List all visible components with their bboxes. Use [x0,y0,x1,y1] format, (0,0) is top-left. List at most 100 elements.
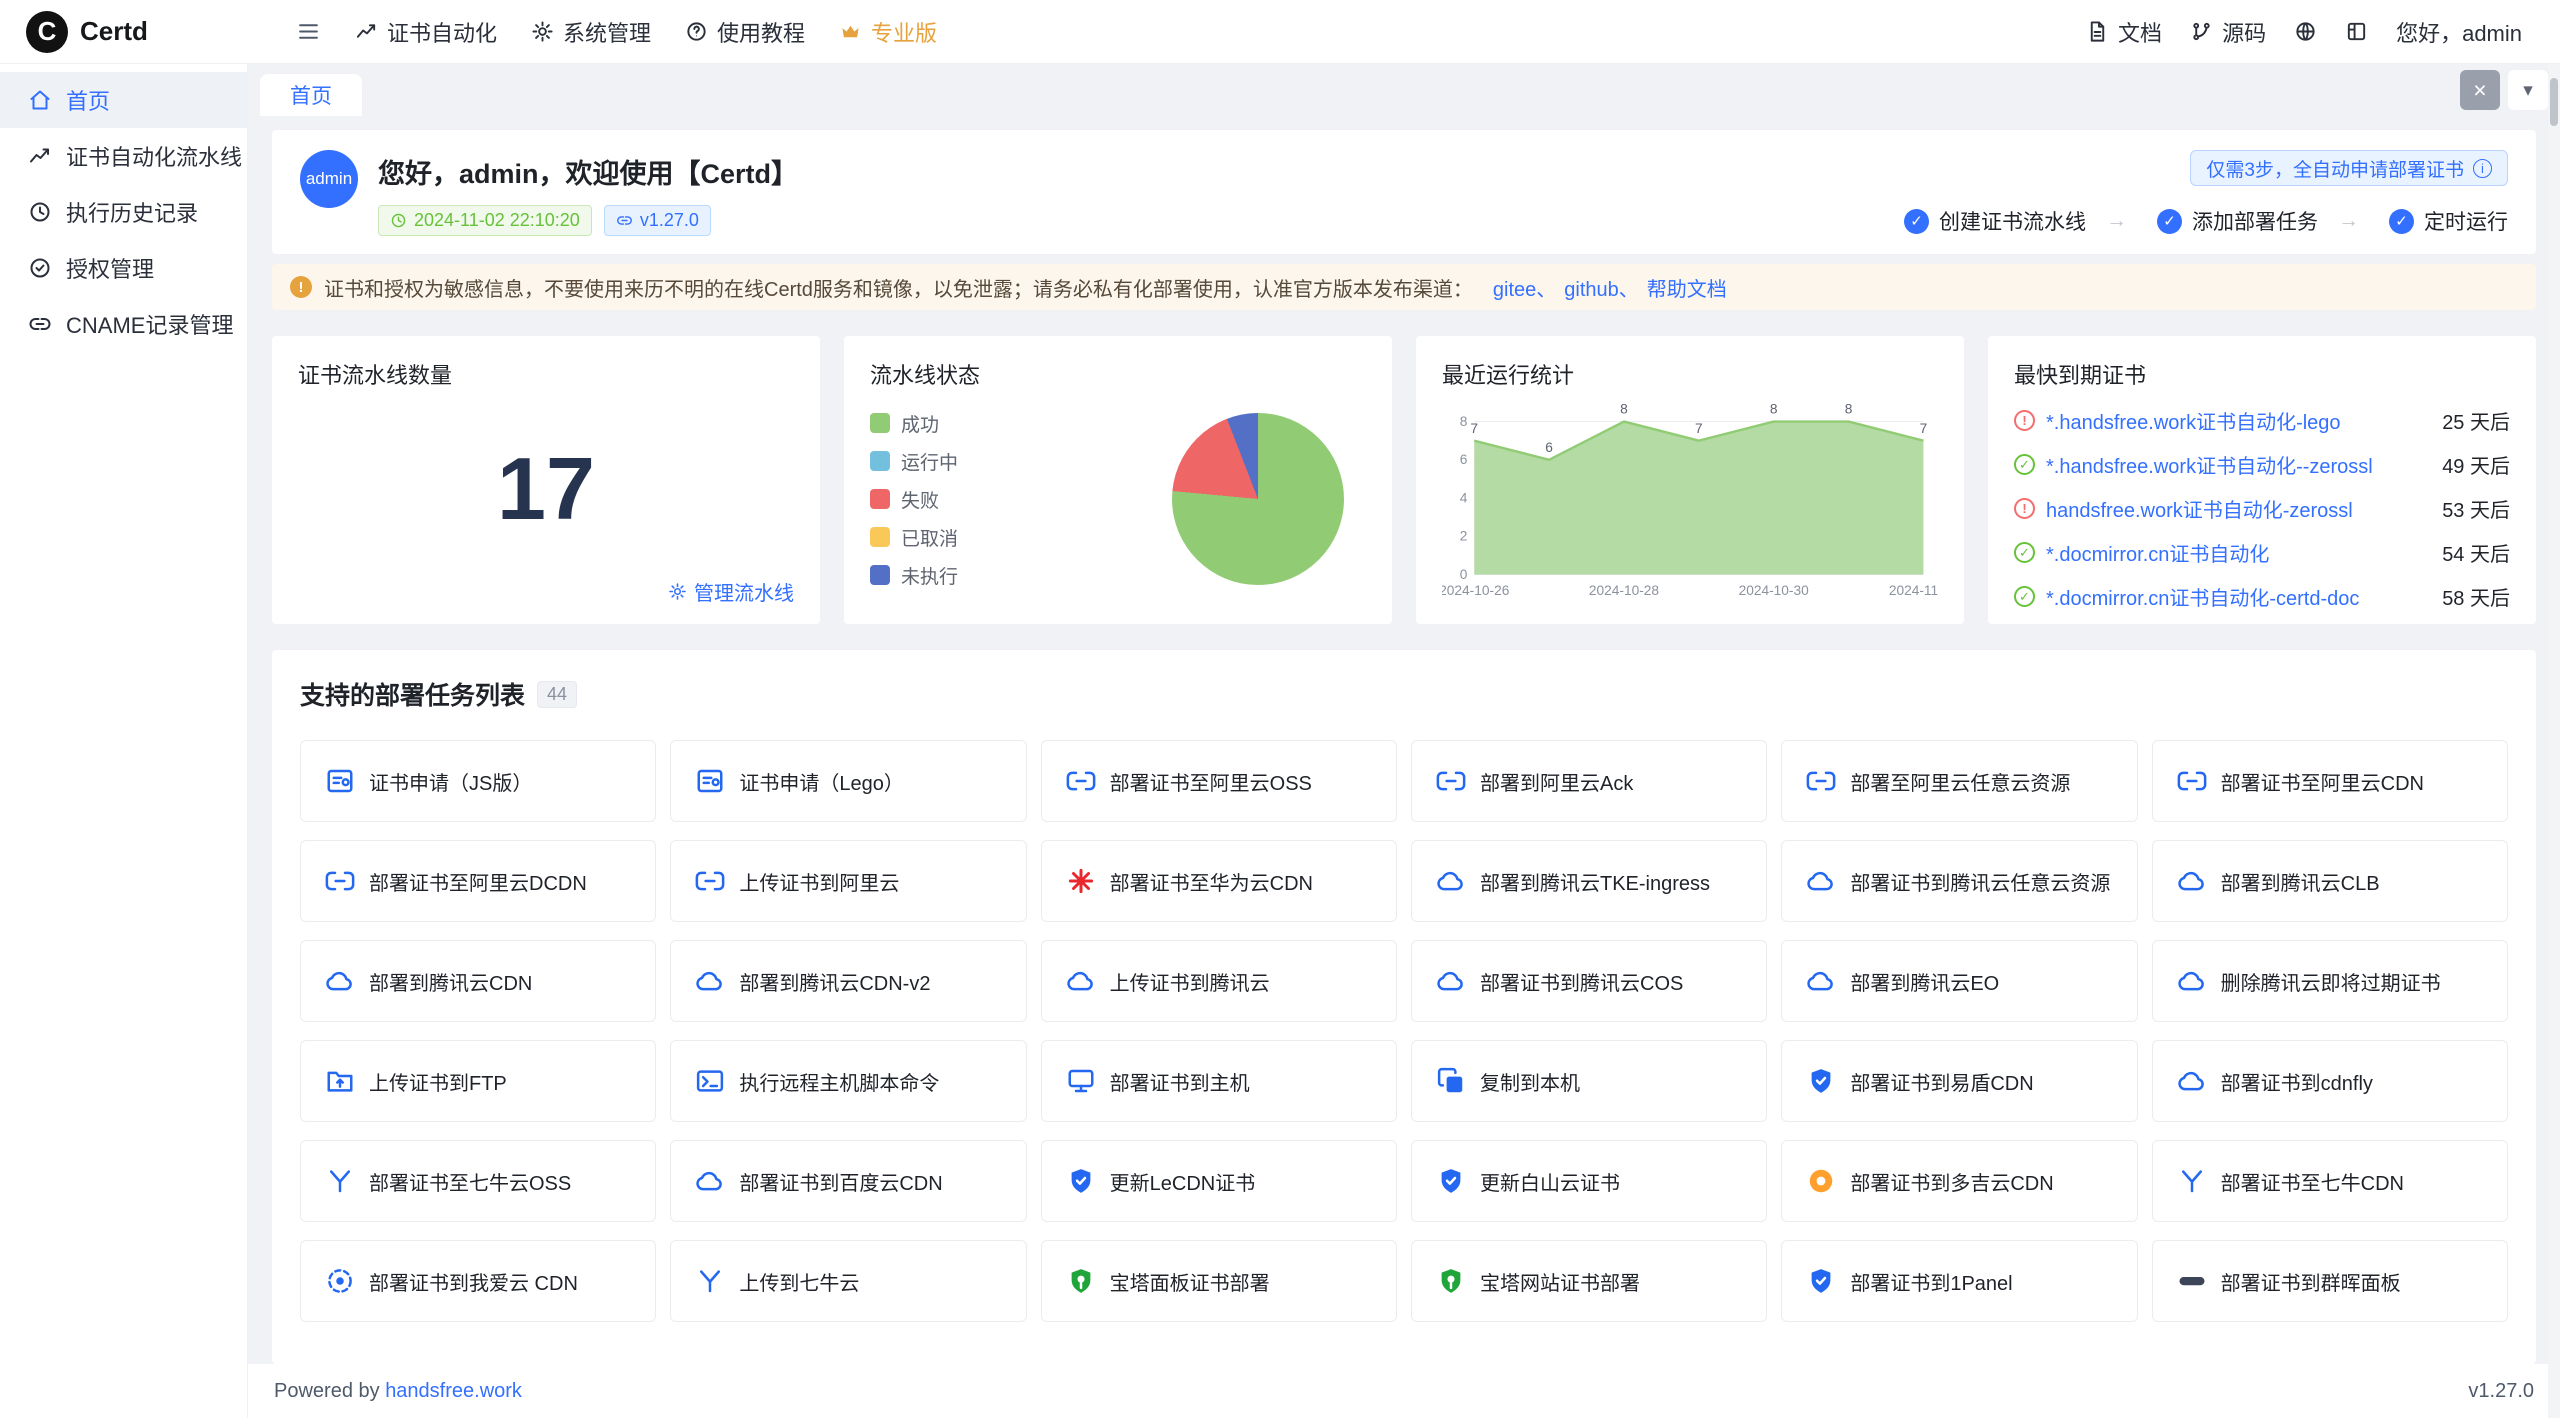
task-card[interactable]: 执行远程主机脚本命令 [670,1040,1026,1122]
task-card[interactable]: 删除腾讯云即将过期证书 [2152,940,2508,1022]
folder-icon [325,1066,355,1096]
cloud-icon [1436,966,1466,996]
cert-name-link[interactable]: *.handsfree.work证书自动化--zerossl [2046,450,2431,479]
legend-item[interactable]: 未执行 [870,562,958,589]
task-card[interactable]: 复制到本机 [1411,1040,1767,1122]
task-card[interactable]: 部署证书至七牛云OSS [300,1140,656,1222]
cert-name-link[interactable]: handsfree.work证书自动化-zerossl [2046,494,2431,523]
task-card[interactable]: 更新白山云证书 [1411,1140,1767,1222]
task-card[interactable]: 宝塔网站证书部署 [1411,1240,1767,1322]
task-card[interactable]: 部署证书到百度云CDN [670,1140,1026,1222]
task-card[interactable]: 部署证书至华为云CDN [1041,840,1397,922]
task-card[interactable]: 部署证书至七牛CDN [2152,1140,2508,1222]
task-card[interactable]: 部署证书到多吉云CDN [1781,1140,2137,1222]
task-card[interactable]: 部署证书到腾讯云COS [1411,940,1767,1022]
sidebar-item[interactable]: 证书自动化流水线 [0,128,247,184]
greeting-text: 您好，admin，欢迎使用【Certd】 [378,152,798,191]
legend-item[interactable]: 失败 [870,486,958,513]
notice-text: 证书和授权为敏感信息，不要使用来历不明的在线Certd服务和镜像，以免泄露；请务… [324,273,1473,302]
scrollbar-track[interactable] [2548,64,2560,1418]
task-card[interactable]: 证书申请（JS版） [300,740,656,822]
svg-text:6: 6 [1545,440,1553,455]
task-grid: 证书申请（JS版） 证书申请（Lego） 部署证书至阿里云OSS [300,740,2508,1322]
topbar-nav: 证书自动化 系统管理 使用教程 专业版 [338,0,954,64]
task-card[interactable]: 部署证书到主机 [1041,1040,1397,1122]
topbar-right-label: 您好，admin [2396,16,2522,48]
legend-item[interactable]: 运行中 [870,448,958,475]
svg-text:2024-10-30: 2024-10-30 [1739,583,1810,598]
task-label: 宝塔面板证书部署 [1110,1267,1270,1296]
cert-name-link[interactable]: *.docmirror.cn证书自动化 [2046,538,2431,567]
task-label: 删除腾讯云即将过期证书 [2221,967,2441,996]
sidebar-item[interactable]: 首页 [0,72,247,128]
topbar-right-item[interactable] [2280,0,2331,64]
task-card[interactable]: 部署到腾讯云CDN-v2 [670,940,1026,1022]
topbar-right-item[interactable]: 您好，admin [2382,0,2536,64]
cert-days: 25 天后 [2442,406,2510,435]
step-label: 创建证书流水线 [1939,206,2086,236]
task-card[interactable]: 部署证书到易盾CDN [1781,1040,2137,1122]
topbar-right-item[interactable]: 源码 [2176,0,2280,64]
task-card[interactable]: 上传证书到腾讯云 [1041,940,1397,1022]
topbar-nav-item[interactable]: 系统管理 [514,0,668,64]
sidebar-item[interactable]: 执行历史记录 [0,184,247,240]
onboarding-step[interactable]: 定时运行 [2318,206,2508,236]
task-card[interactable]: 部署到腾讯云EO [1781,940,2137,1022]
legend-item[interactable]: 成功 [870,410,958,437]
task-label: 执行远程主机脚本命令 [739,1067,939,1096]
sidebar-item[interactable]: CNAME记录管理 [0,296,247,352]
task-card[interactable]: 部署证书至阿里云CDN [2152,740,2508,822]
task-card[interactable]: 部署到腾讯云TKE-ingress [1411,840,1767,922]
task-card[interactable]: 部署证书到腾讯云任意云资源 [1781,840,2137,922]
task-card[interactable]: 宝塔面板证书部署 [1041,1240,1397,1322]
topbar-nav-item[interactable]: 专业版 [822,0,954,64]
task-card[interactable]: 部署到腾讯云CLB [2152,840,2508,922]
topbar-nav-item[interactable]: 使用教程 [668,0,822,64]
task-card[interactable]: 部署证书至阿里云OSS [1041,740,1397,822]
brand-name: Certd [80,16,148,47]
powered-by-link[interactable]: handsfree.work [385,1380,522,1402]
tasks-title: 支持的部署任务列表 [300,676,525,712]
task-card[interactable]: 部署证书到群晖面板 [2152,1240,2508,1322]
notice-link[interactable]: github、 [1564,273,1639,302]
task-card[interactable]: 部署证书到我爱云 CDN [300,1240,656,1322]
svg-text:8: 8 [1845,402,1853,417]
cert-name-link[interactable]: *.handsfree.work证书自动化-lego [2046,406,2431,435]
task-card[interactable]: 部署到腾讯云CDN [300,940,656,1022]
notice-link[interactable]: gitee、 [1493,273,1556,302]
svg-text:7: 7 [1920,421,1928,436]
task-card[interactable]: 上传证书到FTP [300,1040,656,1122]
task-card[interactable]: 部署证书到1Panel [1781,1240,2137,1322]
task-card[interactable]: 上传证书到阿里云 [670,840,1026,922]
scrollbar-thumb[interactable] [2550,78,2558,126]
cert-name-link[interactable]: *.docmirror.cn证书自动化-certd-doc [2046,582,2431,611]
gear-icon [668,582,687,601]
onboarding-step[interactable]: 创建证书流水线 [1904,206,2086,236]
task-card[interactable]: 部署到阿里云Ack [1411,740,1767,822]
tabs-dropdown-button[interactable]: ▾ [2508,70,2548,110]
topbar-nav-item[interactable]: 证书自动化 [338,0,514,64]
close-tabs-button[interactable]: × [2460,70,2500,110]
doc-icon [2086,20,2109,43]
notice-link[interactable]: 帮助文档 [1647,273,1727,302]
cloud-icon [2177,866,2207,896]
task-card[interactable]: 证书申请（Lego） [670,740,1026,822]
guide-button[interactable]: 仅需3步，全自动申请部署证书 [2190,150,2508,186]
sidebar-item[interactable]: 授权管理 [0,240,247,296]
sidebar-collapse-button[interactable] [286,0,330,64]
legend-swatch [870,527,890,547]
manage-pipelines-link[interactable]: 管理流水线 [668,577,794,606]
task-card[interactable]: 部署至阿里云任意云资源 [1781,740,2137,822]
task-card[interactable]: 更新LeCDN证书 [1041,1140,1397,1222]
check-circle-icon [1904,209,1929,234]
svg-text:2: 2 [1460,529,1468,544]
task-card[interactable]: 部署证书到cdnfly [2152,1040,2508,1122]
task-card[interactable]: 部署证书至阿里云DCDN [300,840,656,922]
card-title: 证书流水线数量 [298,358,794,390]
tab-home[interactable]: 首页 [260,74,362,116]
legend-item[interactable]: 已取消 [870,524,958,551]
topbar-right-item[interactable] [2331,0,2382,64]
task-card[interactable]: 上传到七牛云 [670,1240,1026,1322]
onboarding-step[interactable]: 添加部署任务 [2086,206,2318,236]
topbar-right-item[interactable]: 文档 [2072,0,2176,64]
